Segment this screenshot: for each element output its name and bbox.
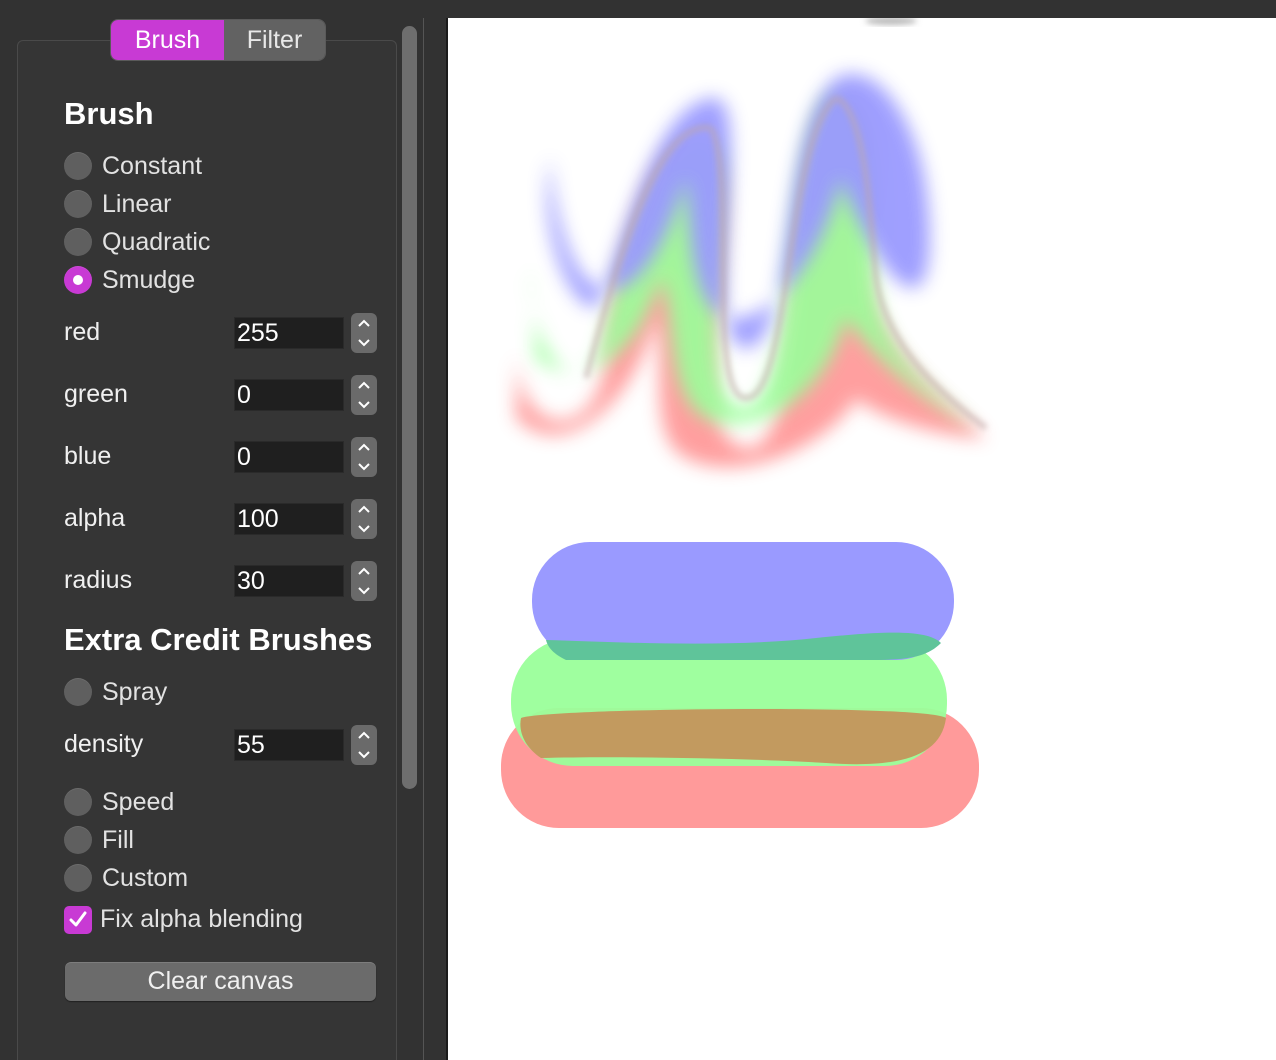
green-stepper[interactable] — [351, 375, 377, 415]
density-stepper[interactable] — [351, 725, 377, 765]
canvas-edge — [446, 18, 448, 1060]
drawing-canvas[interactable] — [446, 18, 1276, 1060]
radio-quadratic[interactable]: Quadratic — [64, 227, 210, 257]
radio-label: Speed — [102, 787, 175, 816]
radius-label: radius — [64, 566, 133, 594]
chevron-up-icon[interactable] — [351, 725, 377, 745]
chevron-up-icon[interactable] — [351, 313, 377, 333]
chevron-up-icon[interactable] — [351, 499, 377, 519]
radio-label: Fill — [102, 825, 134, 854]
radio-label: Quadratic — [102, 227, 211, 256]
radio-button[interactable] — [64, 864, 92, 892]
tab-brush[interactable]: Brush — [111, 20, 224, 60]
rounded-strokes — [501, 542, 979, 828]
radio-label: Spray — [102, 677, 168, 706]
red-label: red — [64, 318, 101, 346]
green-label: green — [64, 380, 128, 408]
checkbox-checked[interactable] — [64, 905, 92, 934]
chevron-down-icon[interactable] — [351, 457, 377, 477]
checkmark-icon — [69, 911, 87, 926]
blue-stepper[interactable] — [351, 437, 377, 477]
app-window: Brush Filter Brush Constant Linear Quadr… — [0, 0, 1276, 1060]
radio-button[interactable] — [64, 152, 92, 180]
radio-button[interactable] — [64, 788, 92, 816]
smudge-stroke — [516, 74, 988, 468]
red-input[interactable] — [234, 317, 344, 349]
radius-input[interactable] — [234, 565, 344, 597]
alpha-stepper[interactable] — [351, 499, 377, 539]
radio-custom[interactable]: Custom — [64, 863, 188, 893]
tab-filter[interactable]: Filter — [224, 20, 325, 60]
red-stepper[interactable] — [351, 313, 377, 353]
radio-spray[interactable]: Spray — [64, 677, 167, 707]
alpha-input[interactable] — [234, 503, 344, 535]
radio-button-selected[interactable] — [64, 266, 92, 294]
blue-input[interactable] — [234, 441, 344, 473]
radio-speed[interactable]: Speed — [64, 787, 174, 817]
chevron-up-icon[interactable] — [351, 437, 377, 457]
panel-scrollbar[interactable] — [402, 26, 417, 789]
blue-label: blue — [64, 442, 112, 470]
brush-section-title: Brush — [64, 96, 154, 131]
radio-constant[interactable]: Constant — [64, 151, 202, 181]
radio-fill[interactable]: Fill — [64, 825, 134, 855]
density-label: density — [64, 730, 144, 758]
radius-stepper[interactable] — [351, 561, 377, 601]
chevron-down-icon[interactable] — [351, 395, 377, 415]
radio-button[interactable] — [64, 228, 92, 256]
fix-alpha-checkbox-row[interactable]: Fix alpha blending — [64, 905, 303, 934]
radio-button[interactable] — [64, 678, 92, 706]
radio-smudge[interactable]: Smudge — [64, 265, 195, 295]
radio-linear[interactable]: Linear — [64, 189, 172, 219]
radio-label: Constant — [102, 151, 203, 180]
checkbox-label: Fix alpha blending — [100, 905, 303, 933]
panel-divider — [423, 18, 424, 1060]
radio-label: Smudge — [102, 265, 196, 294]
mode-tabs: Brush Filter — [111, 20, 325, 60]
radio-label: Custom — [102, 863, 189, 892]
green-input[interactable] — [234, 379, 344, 411]
chevron-down-icon[interactable] — [351, 333, 377, 353]
chevron-down-icon[interactable] — [351, 519, 377, 539]
extra-section-title: Extra Credit Brushes — [64, 622, 373, 657]
canvas-strokes — [501, 18, 988, 828]
clear-canvas-button[interactable]: Clear canvas — [65, 962, 376, 1001]
radio-button[interactable] — [64, 190, 92, 218]
radio-label: Linear — [102, 189, 172, 218]
chevron-down-icon[interactable] — [351, 581, 377, 601]
chevron-up-icon[interactable] — [351, 375, 377, 395]
radio-button[interactable] — [64, 826, 92, 854]
alpha-label: alpha — [64, 504, 126, 532]
chevron-down-icon[interactable] — [351, 745, 377, 765]
faint-smudge-mark — [865, 18, 917, 25]
density-input[interactable] — [234, 729, 344, 761]
chevron-up-icon[interactable] — [351, 561, 377, 581]
